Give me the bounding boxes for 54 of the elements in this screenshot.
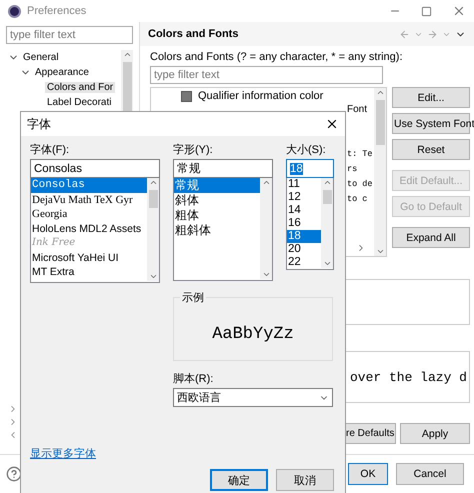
size-option[interactable]: 12: [287, 191, 321, 204]
action-button[interactable]: Reset: [392, 139, 470, 160]
style-field[interactable]: 常规: [173, 159, 273, 178]
list-text: to de: [347, 178, 374, 191]
field-label: 脚本(R):: [173, 372, 214, 387]
filter-label: Colors and Fonts (? = any character, * = any string):: [150, 51, 404, 63]
size-option[interactable]: 14: [287, 204, 321, 217]
filter-field[interactable]: type filter text: [6, 26, 133, 44]
apply-button[interactable]: Apply: [400, 423, 470, 444]
font-field[interactable]: Consolas: [30, 159, 160, 178]
tree-item[interactable]: Label Decorati: [45, 97, 114, 108]
size-option[interactable]: 16: [287, 217, 321, 230]
style-option[interactable]: 粗体: [174, 208, 260, 223]
tree-item[interactable]: Appearance: [33, 67, 91, 78]
restore-defaults-button[interactable]: re Defaults: [344, 423, 396, 444]
size-option[interactable]: 11: [287, 178, 321, 191]
ok-button[interactable]: OK: [348, 463, 388, 485]
font-option[interactable]: Georgia: [31, 207, 147, 222]
sample-text: AaBbYyZz: [212, 324, 294, 344]
font-option[interactable]: HoloLens MDL2 Assets: [31, 222, 147, 236]
tree-item[interactable]: Qualifier information color: [198, 90, 324, 102]
cancel-button[interactable]: Cancel: [396, 463, 464, 485]
preview-text: over the lazy d: [350, 370, 467, 384]
tree-item[interactable]: General: [21, 52, 61, 63]
font-option[interactable]: Consolas: [31, 178, 147, 192]
field-label: 字体(F):: [30, 142, 70, 158]
dialog-title: 字体: [27, 116, 51, 132]
list-text: rs: [347, 163, 358, 176]
window-title: Preferences: [27, 5, 86, 17]
action-button[interactable]: Edit...: [392, 87, 470, 108]
page-title: Colors and Fonts: [148, 28, 238, 40]
more-fonts-link[interactable]: 显示更多字体: [30, 446, 160, 461]
font-option[interactable]: DejaVu Math TeX Gyr: [31, 192, 147, 207]
group-label: 示例: [180, 290, 206, 305]
filter-field[interactable]: type filter text: [150, 66, 383, 84]
confirm-button[interactable]: 确定: [210, 469, 268, 491]
tree-item[interactable]: Colors and For: [45, 82, 116, 93]
size-option[interactable]: 22: [287, 256, 321, 269]
action-button[interactable]: Expand All: [392, 227, 470, 248]
style-option[interactable]: 常规: [174, 178, 260, 193]
list-text: to c: [347, 193, 368, 206]
list-text: t: Te: [347, 148, 374, 161]
size-option[interactable]: 18: [287, 230, 321, 243]
cancel-button[interactable]: 取消: [276, 469, 334, 491]
size-field[interactable]: 18: [286, 159, 334, 178]
script-select[interactable]: 西欧语言: [173, 388, 333, 407]
font-option[interactable]: MT Extra: [31, 265, 147, 280]
style-option[interactable]: 粗斜体: [174, 223, 260, 238]
list-text: Font: [347, 103, 368, 117]
font-option[interactable]: Microsoft YaHei UI: [31, 250, 147, 265]
size-option[interactable]: 20: [287, 243, 321, 256]
style-option[interactable]: 斜体: [174, 193, 260, 208]
field-label: 字形(Y):: [173, 142, 214, 158]
field-label: 大小(S):: [286, 143, 327, 158]
